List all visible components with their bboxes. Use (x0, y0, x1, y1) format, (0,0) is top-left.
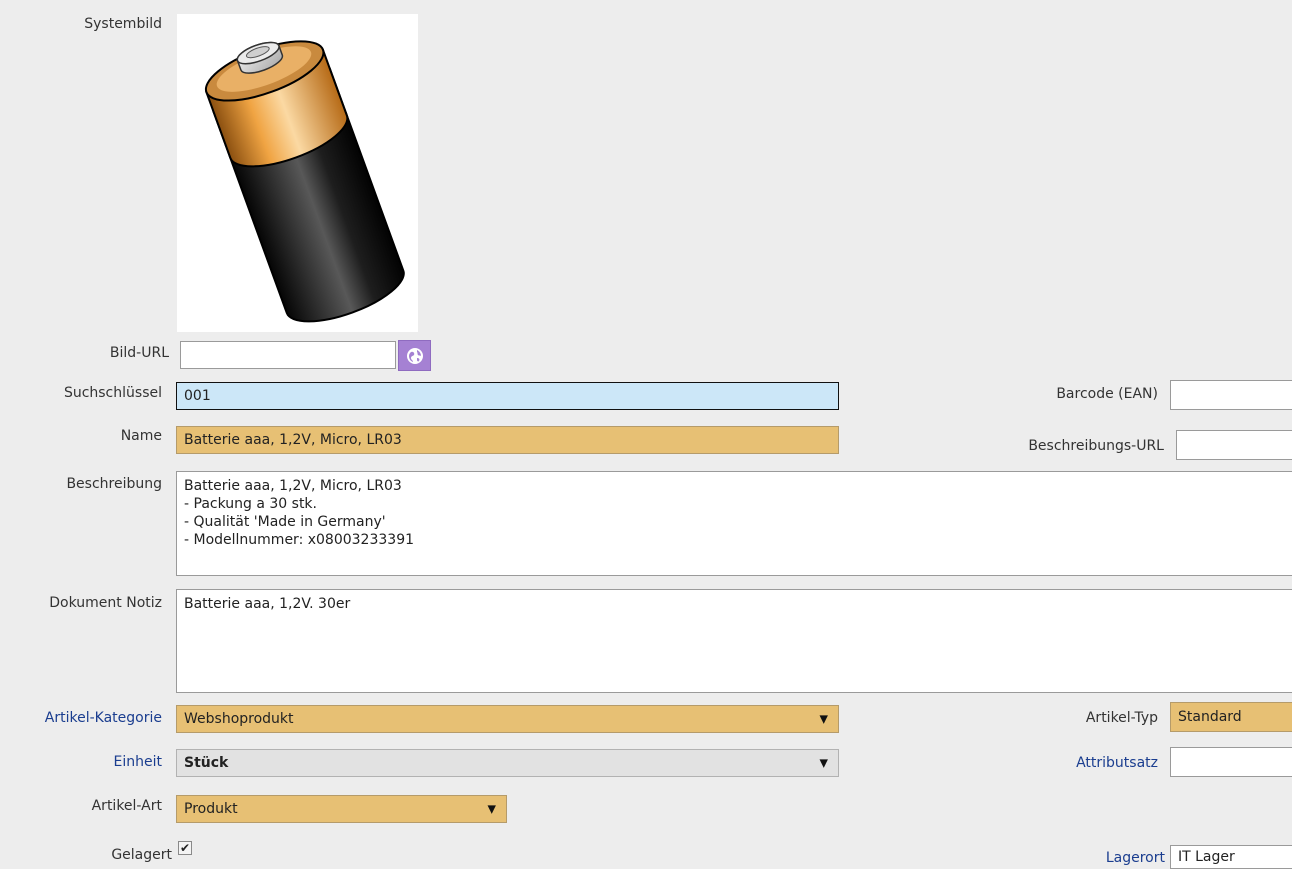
bild-url-input[interactable] (180, 341, 396, 369)
einheit-select[interactable]: Stück ▼ (176, 749, 839, 777)
artikel-typ-select[interactable]: Standard (1170, 702, 1292, 732)
artikel-art-value: Produkt (184, 801, 238, 817)
label-einheit[interactable]: Einheit (114, 754, 162, 770)
label-bild-url: Bild-URL (109, 345, 169, 361)
label-suchschluessel: Suchschlüssel (63, 385, 162, 401)
beschreibung-line: - Qualität 'Made in Germany' (184, 514, 386, 530)
label-beschreibung: Beschreibung (66, 476, 162, 492)
globe-icon (406, 347, 423, 364)
beschreibungs-url-input[interactable] (1176, 430, 1292, 460)
label-name: Name (120, 428, 162, 444)
attributsatz-input[interactable] (1170, 747, 1292, 777)
battery-image (204, 40, 405, 323)
dokument-notiz-textarea[interactable]: Batterie aaa, 1,2V. 30er (176, 589, 1292, 693)
system-image (177, 14, 418, 332)
gelagert-checkbox[interactable]: ✔ (178, 841, 192, 855)
dokument-notiz-text: Batterie aaa, 1,2V. 30er (184, 596, 351, 612)
dropdown-arrow-icon: ▼ (819, 712, 828, 726)
name-input[interactable]: Batterie aaa, 1,2V, Micro, LR03 (176, 426, 839, 454)
artikel-kategorie-value: Webshoprodukt (184, 711, 294, 727)
label-barcode: Barcode (EAN) (1056, 386, 1158, 402)
beschreibung-line: - Packung a 30 stk. (184, 496, 317, 512)
label-systembild: Systembild (84, 16, 162, 32)
label-artikel-art: Artikel-Art (91, 798, 162, 814)
bild-url-globe-button[interactable] (398, 340, 431, 371)
barcode-input[interactable] (1170, 380, 1292, 410)
label-beschreibungs-url: Beschreibungs-URL (1028, 438, 1164, 454)
beschreibung-textarea[interactable]: Batterie aaa, 1,2V, Micro, LR03 - Packun… (176, 471, 1292, 576)
label-gelagert: Gelagert (111, 847, 172, 863)
label-dokument-notiz: Dokument Notiz (49, 595, 162, 611)
checkmark-icon: ✔ (179, 841, 191, 855)
label-attributsatz[interactable]: Attributsatz (1076, 755, 1158, 771)
artikel-typ-value: Standard (1178, 709, 1242, 725)
beschreibung-line: - Modellnummer: x08003233391 (184, 532, 415, 548)
suchschluessel-input[interactable]: 001 (176, 382, 839, 410)
dropdown-arrow-icon: ▼ (487, 802, 496, 816)
dropdown-arrow-icon: ▼ (819, 756, 828, 770)
lagerort-input[interactable]: IT Lager (1170, 845, 1292, 869)
artikel-art-select[interactable]: Produkt ▼ (176, 795, 507, 823)
label-lagerort[interactable]: Lagerort (1106, 850, 1165, 866)
einheit-value: Stück (184, 755, 229, 771)
label-artikel-kategorie[interactable]: Artikel-Kategorie (45, 710, 162, 726)
beschreibung-line: Batterie aaa, 1,2V, Micro, LR03 (184, 478, 402, 494)
artikel-kategorie-select[interactable]: Webshoprodukt ▼ (176, 705, 839, 733)
label-artikel-typ: Artikel-Typ (1085, 710, 1158, 726)
